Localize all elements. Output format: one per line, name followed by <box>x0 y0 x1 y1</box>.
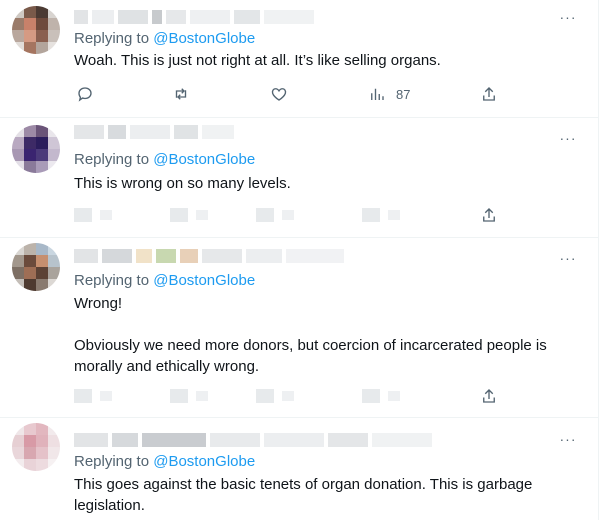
replying-to: Replying to @BostonGlobe <box>74 453 255 470</box>
reply-tweet[interactable]: ··· Replying to @BostonGlobe This goes a… <box>0 417 598 520</box>
author-name-redacted <box>74 125 234 139</box>
views-button[interactable] <box>362 205 400 225</box>
reply-count-redacted <box>100 391 112 401</box>
replying-label: Replying to <box>74 272 150 289</box>
retweet-count-redacted <box>196 210 208 220</box>
retweet-count-redacted <box>196 391 208 401</box>
like-count-redacted <box>282 391 294 401</box>
reply-feed: ··· Replying to @BostonGlobe Woah. This … <box>0 0 599 520</box>
retweet-icon <box>175 88 187 100</box>
like-button[interactable] <box>270 84 288 104</box>
tweet-actions: 87 <box>74 84 504 104</box>
avatar[interactable] <box>12 6 60 54</box>
more-options-icon[interactable]: ··· <box>558 130 578 146</box>
replying-label: Replying to <box>74 30 150 47</box>
more-options-icon[interactable]: ··· <box>558 9 578 25</box>
tweet-text: This goes against the basic tenets of or… <box>74 474 564 516</box>
views-count: 87 <box>396 86 411 102</box>
tweet-text-paragraph: This goes against the basic tenets of or… <box>74 476 533 514</box>
tweet-actions <box>74 205 504 225</box>
avatar[interactable] <box>12 243 60 291</box>
tweet-text: Wrong! Obviously we need more donors, bu… <box>74 293 572 377</box>
author-name-redacted <box>74 249 344 263</box>
views-icon <box>362 389 380 403</box>
like-button[interactable] <box>256 205 294 225</box>
replying-label: Replying to <box>74 453 150 470</box>
tweet-text-paragraph: This is wrong on so many levels. <box>74 175 291 192</box>
like-count-redacted <box>282 210 294 220</box>
retweet-button[interactable] <box>172 84 190 104</box>
reply-tweet[interactable]: ··· Replying to @BostonGlobe Woah. This … <box>0 0 598 118</box>
avatar[interactable] <box>12 125 60 173</box>
reply-icon <box>78 87 92 102</box>
views-button[interactable]: 87 <box>368 84 410 104</box>
author-name-redacted <box>74 433 432 447</box>
views-count-redacted <box>388 391 400 401</box>
heart-icon <box>256 208 274 222</box>
share-button[interactable] <box>480 386 498 406</box>
tweet-text-paragraph: Obviously we need more donors, but coerc… <box>74 337 547 375</box>
more-options-icon[interactable]: ··· <box>558 431 578 447</box>
reply-icon <box>74 208 92 222</box>
share-icon <box>483 208 495 222</box>
tweet-text-paragraph: Woah. This is just not right at all. It’… <box>74 52 441 69</box>
replying-to: Replying to @BostonGlobe <box>74 151 255 168</box>
reply-tweet[interactable]: ··· Replying to @BostonGlobe This is wro… <box>0 117 598 238</box>
heart-icon <box>256 389 274 403</box>
avatar[interactable] <box>12 423 60 471</box>
tweet-actions <box>74 386 504 406</box>
reply-button[interactable] <box>76 84 94 104</box>
views-icon <box>371 88 384 100</box>
replying-label: Replying to <box>74 151 150 168</box>
reply-button[interactable] <box>74 205 112 225</box>
share-button[interactable] <box>480 84 498 104</box>
reply-button[interactable] <box>74 386 112 406</box>
share-icon <box>483 87 495 101</box>
retweet-button[interactable] <box>170 205 208 225</box>
like-button[interactable] <box>256 386 294 406</box>
views-button[interactable] <box>362 386 400 406</box>
retweet-button[interactable] <box>170 386 208 406</box>
share-icon <box>483 389 495 403</box>
tweet-text-paragraph: Wrong! <box>74 295 123 312</box>
retweet-icon <box>170 389 188 403</box>
reply-icon <box>74 389 92 403</box>
tweet-text: Woah. This is just not right at all. It’… <box>74 50 574 71</box>
reply-tweet[interactable]: ··· Replying to @BostonGlobe Wrong! Obvi… <box>0 237 598 418</box>
heart-icon <box>271 88 287 101</box>
replying-to: Replying to @BostonGlobe <box>74 272 255 289</box>
views-count-redacted <box>388 210 400 220</box>
tweet-text: This is wrong on so many levels. <box>74 173 574 194</box>
views-icon <box>362 208 380 222</box>
retweet-icon <box>170 208 188 222</box>
mention-link[interactable]: @BostonGlobe <box>153 151 255 168</box>
reply-count-redacted <box>100 210 112 220</box>
mention-link[interactable]: @BostonGlobe <box>153 30 255 47</box>
more-options-icon[interactable]: ··· <box>558 250 578 266</box>
replying-to: Replying to @BostonGlobe <box>74 30 255 47</box>
mention-link[interactable]: @BostonGlobe <box>153 272 255 289</box>
mention-link[interactable]: @BostonGlobe <box>153 453 255 470</box>
share-button[interactable] <box>480 205 498 225</box>
author-name-redacted <box>74 10 314 24</box>
